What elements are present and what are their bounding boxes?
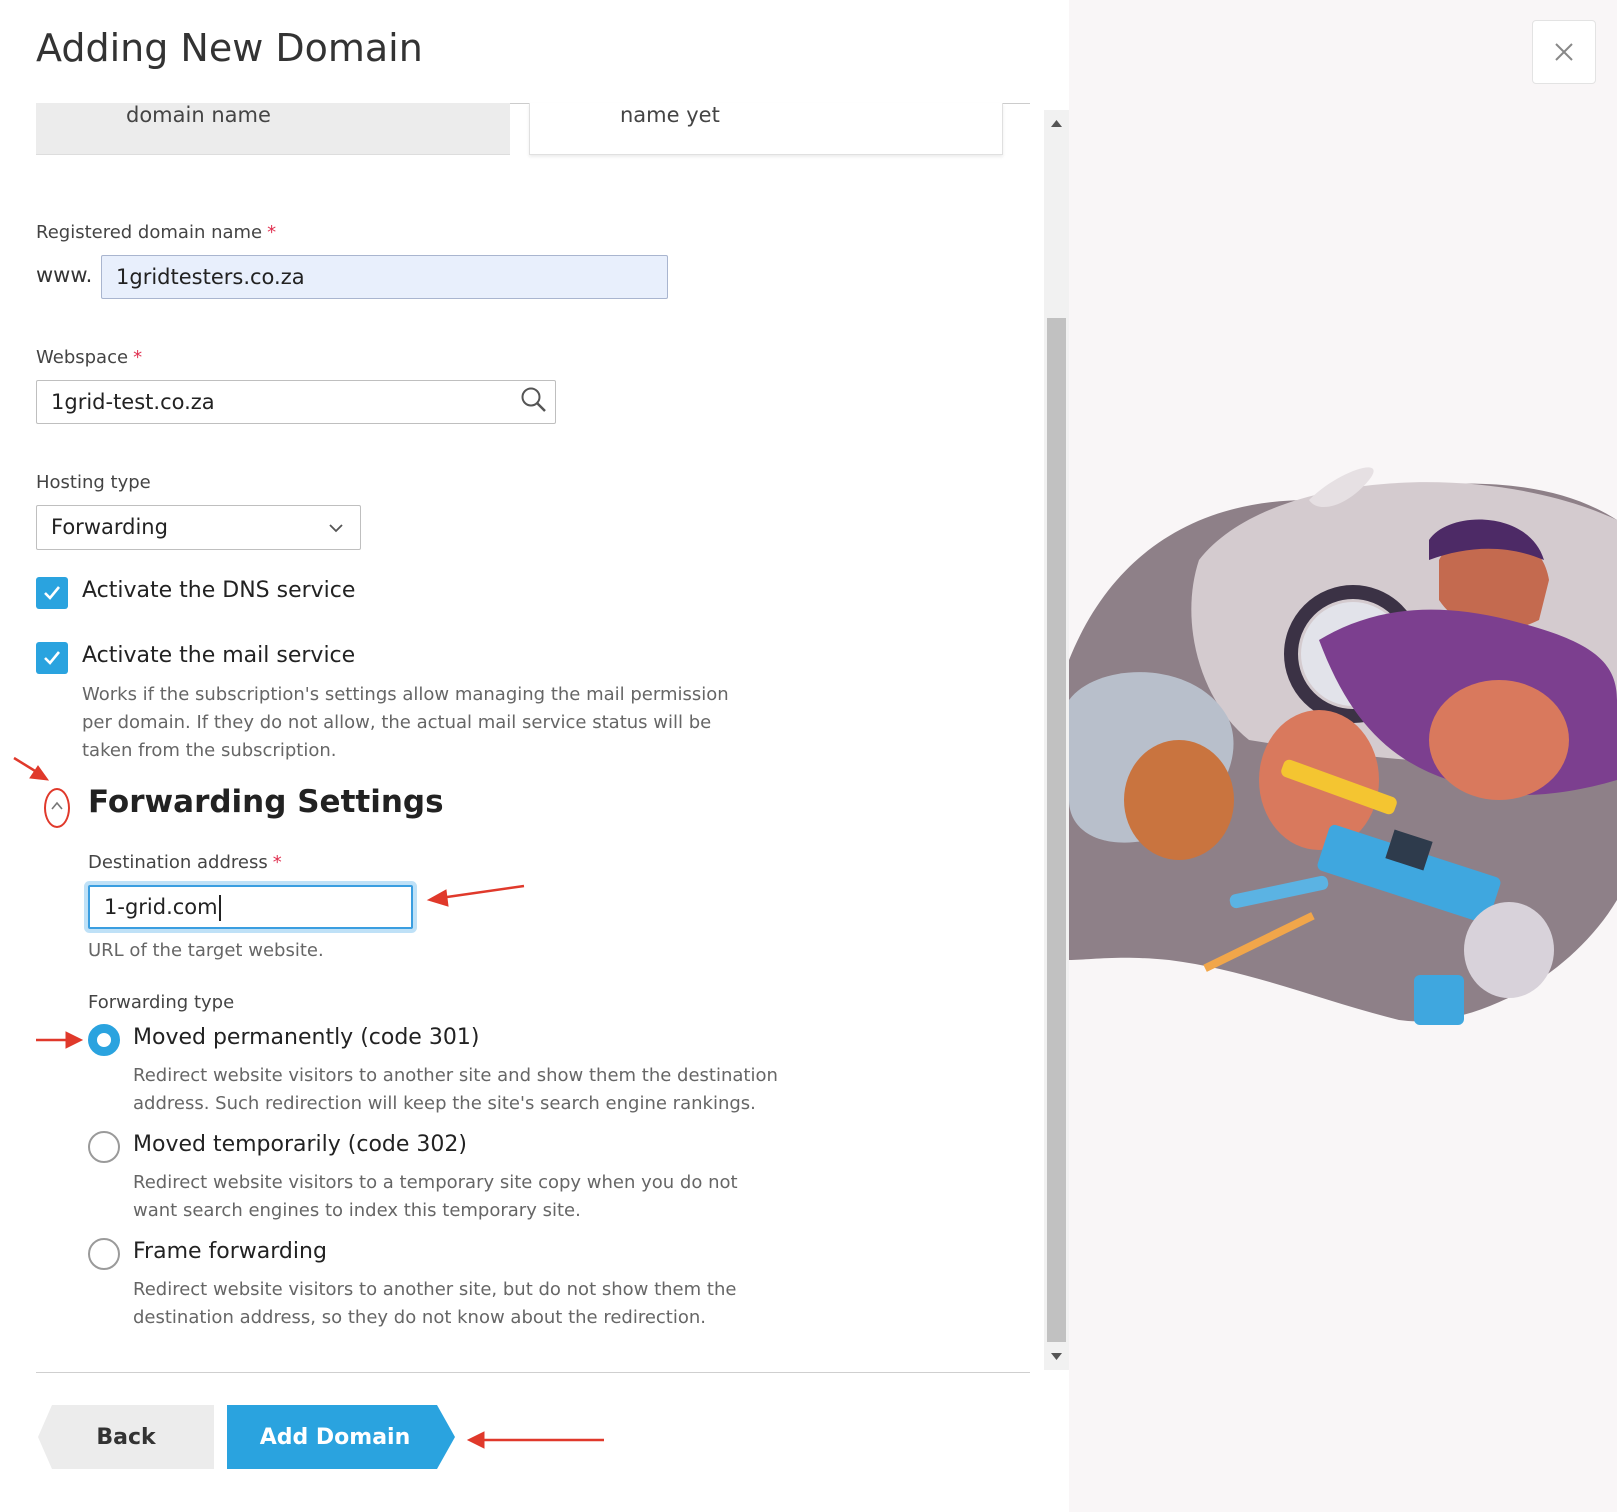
form-scrollbar[interactable] [1044, 110, 1069, 1370]
add-domain-button[interactable]: Add Domain [227, 1405, 455, 1469]
text-cursor [218, 895, 221, 921]
chevron-down-icon [329, 524, 343, 533]
page-title: Adding New Domain [36, 26, 423, 70]
illustration [1069, 467, 1617, 1025]
close-icon [1555, 43, 1573, 61]
desc-line: address. Such redirection will keep the … [133, 1093, 756, 1114]
option-card-registered[interactable]: domain name [36, 103, 510, 155]
registered-domain-input[interactable]: 1gridtesters.co.za [101, 255, 668, 299]
required-marker: * [133, 347, 143, 368]
desc-line: Redirect website visitors to another sit… [133, 1065, 778, 1086]
radio-moved-temporarily-desc: Redirect website visitors to a temporary… [133, 1169, 738, 1225]
radio-moved-permanently-desc: Redirect website visitors to another sit… [133, 1062, 778, 1118]
destination-address-input[interactable]: 1-grid.com [88, 885, 413, 929]
mail-service-hint: Works if the subscription's settings all… [82, 681, 729, 765]
radio-frame-forwarding-desc: Redirect website visitors to another sit… [133, 1276, 736, 1332]
footer-divider [36, 1372, 1030, 1373]
webspace-label: Webspace * [36, 347, 142, 368]
radio-moved-temporarily[interactable] [88, 1131, 120, 1163]
www-prefix: www. [36, 263, 93, 287]
hosting-type-label: Hosting type [36, 472, 151, 493]
webspace-input[interactable]: 1grid-test.co.za [36, 380, 556, 424]
back-button[interactable]: Back [38, 1405, 214, 1469]
hint-line: taken from the subscription. [82, 740, 337, 761]
registered-domain-label: Registered domain name * [36, 222, 276, 243]
chevron-up-icon [51, 801, 63, 810]
hint-line: Works if the subscription's settings all… [82, 684, 729, 705]
radio-moved-permanently-label: Moved permanently (code 301) [133, 1025, 480, 1050]
annotation-arrow [426, 884, 525, 907]
option-card-label: domain name [126, 103, 271, 127]
scroll-thumb[interactable] [1047, 318, 1066, 1342]
hosting-type-value: Forwarding [51, 515, 168, 539]
registered-domain-label-text: Registered domain name [36, 222, 263, 243]
check-icon [44, 651, 61, 665]
close-button[interactable] [1532, 20, 1596, 84]
desc-line: want search engines to index this tempor… [133, 1200, 581, 1221]
illustration-panel [1069, 0, 1617, 1512]
webspace-label-text: Webspace [36, 347, 129, 368]
desc-line: Redirect website visitors to a temporary… [133, 1172, 738, 1193]
forwarding-type-label: Forwarding type [88, 992, 235, 1013]
destination-address-label: Destination address * [88, 852, 282, 873]
destination-address-value: 1-grid.com [104, 895, 218, 919]
scroll-up-arrow-icon[interactable] [1050, 118, 1063, 128]
radio-moved-temporarily-label: Moved temporarily (code 302) [133, 1132, 467, 1157]
mail-service-label: Activate the mail service [82, 643, 356, 668]
option-card-no-domain[interactable]: name yet [529, 103, 1003, 155]
annotation-arrow [13, 756, 50, 781]
dns-service-checkbox[interactable] [36, 577, 68, 609]
annotation-arrow [466, 1431, 604, 1449]
mail-service-checkbox[interactable] [36, 642, 68, 674]
desc-line: destination address, so they do not know… [133, 1307, 707, 1328]
forwarding-settings-title: Forwarding Settings [88, 784, 444, 820]
option-card-label: name yet [620, 103, 720, 127]
check-icon [44, 586, 61, 600]
radio-moved-permanently[interactable] [88, 1024, 120, 1056]
search-icon[interactable] [520, 386, 548, 414]
dns-service-label: Activate the DNS service [82, 578, 356, 603]
hint-line: per domain. If they do not allow, the ac… [82, 712, 712, 733]
hosting-type-select[interactable]: Forwarding [36, 505, 361, 550]
required-marker: * [272, 852, 282, 873]
destination-address-label-text: Destination address [88, 852, 268, 873]
scroll-down-arrow-icon[interactable] [1050, 1352, 1063, 1362]
required-marker: * [267, 222, 277, 243]
destination-address-hint: URL of the target website. [88, 940, 324, 961]
radio-frame-forwarding[interactable] [88, 1238, 120, 1270]
annotation-arrow [36, 1031, 84, 1049]
radio-frame-forwarding-label: Frame forwarding [133, 1239, 327, 1264]
desc-line: Redirect website visitors to another sit… [133, 1279, 737, 1300]
